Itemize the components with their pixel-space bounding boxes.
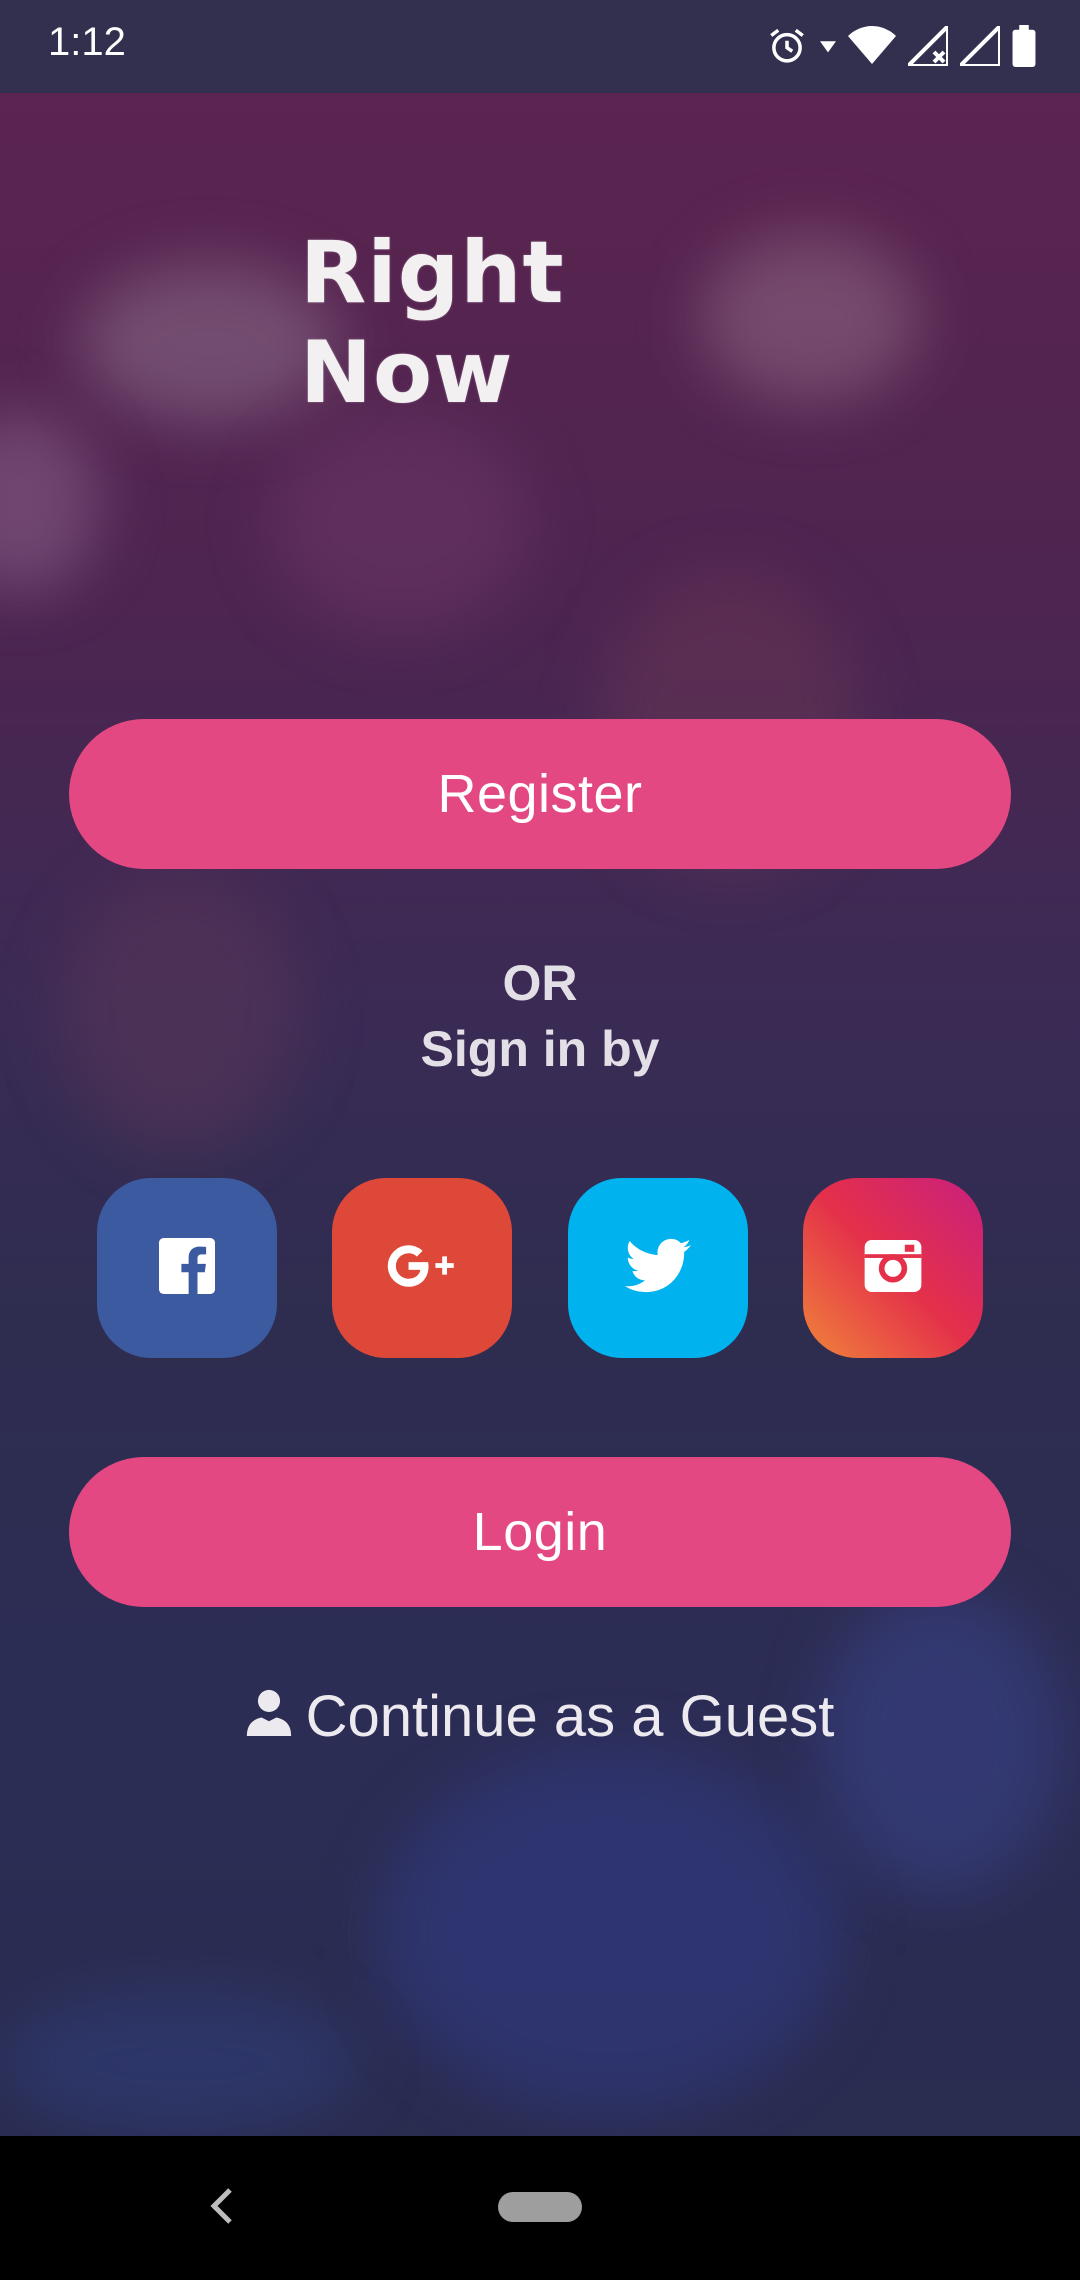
wifi-icon: 4: [848, 25, 896, 67]
twitter-login-button[interactable]: [568, 1178, 748, 1358]
logo-text: Right Now: [300, 223, 565, 423]
google-plus-icon: [383, 1241, 461, 1296]
sign-in-divider: OR Sign in by: [0, 950, 1080, 1082]
google-plus-login-button[interactable]: [332, 1178, 512, 1358]
person-icon: [246, 1683, 292, 1750]
register-label: Register: [437, 764, 643, 824]
battery-icon: [1012, 25, 1036, 67]
guest-label: Continue as a Guest: [305, 1684, 835, 1749]
navigation-bar: [0, 2136, 1080, 2280]
login-label: Login: [472, 1502, 608, 1562]
instagram-icon: [864, 1239, 922, 1297]
sign-in-label: Sign in by: [420, 1021, 660, 1077]
register-button[interactable]: Register: [69, 719, 1011, 869]
facebook-icon: [159, 1237, 215, 1299]
signal-icon: [908, 26, 948, 66]
continue-as-guest-link[interactable]: Continue as a Guest: [0, 1683, 1080, 1750]
facebook-login-button[interactable]: [97, 1178, 277, 1358]
home-pill[interactable]: [498, 2192, 582, 2222]
or-label: OR: [502, 955, 578, 1011]
app-logo: Right Now: [300, 223, 780, 423]
back-icon[interactable]: [208, 2186, 236, 2231]
status-icons: 4: [766, 22, 1036, 70]
status-bar: 1:12 4: [0, 0, 1080, 93]
wifi-badge: 4: [887, 47, 896, 64]
signal-icon: [960, 26, 1000, 66]
status-time: 1:12: [48, 20, 126, 64]
social-login-row: [97, 1178, 983, 1358]
alarm-icon: [766, 25, 808, 67]
wifi-dropdown-icon: [820, 38, 836, 54]
instagram-login-button[interactable]: [803, 1178, 983, 1358]
login-button[interactable]: Login: [69, 1457, 1011, 1607]
twitter-icon: [625, 1238, 691, 1299]
